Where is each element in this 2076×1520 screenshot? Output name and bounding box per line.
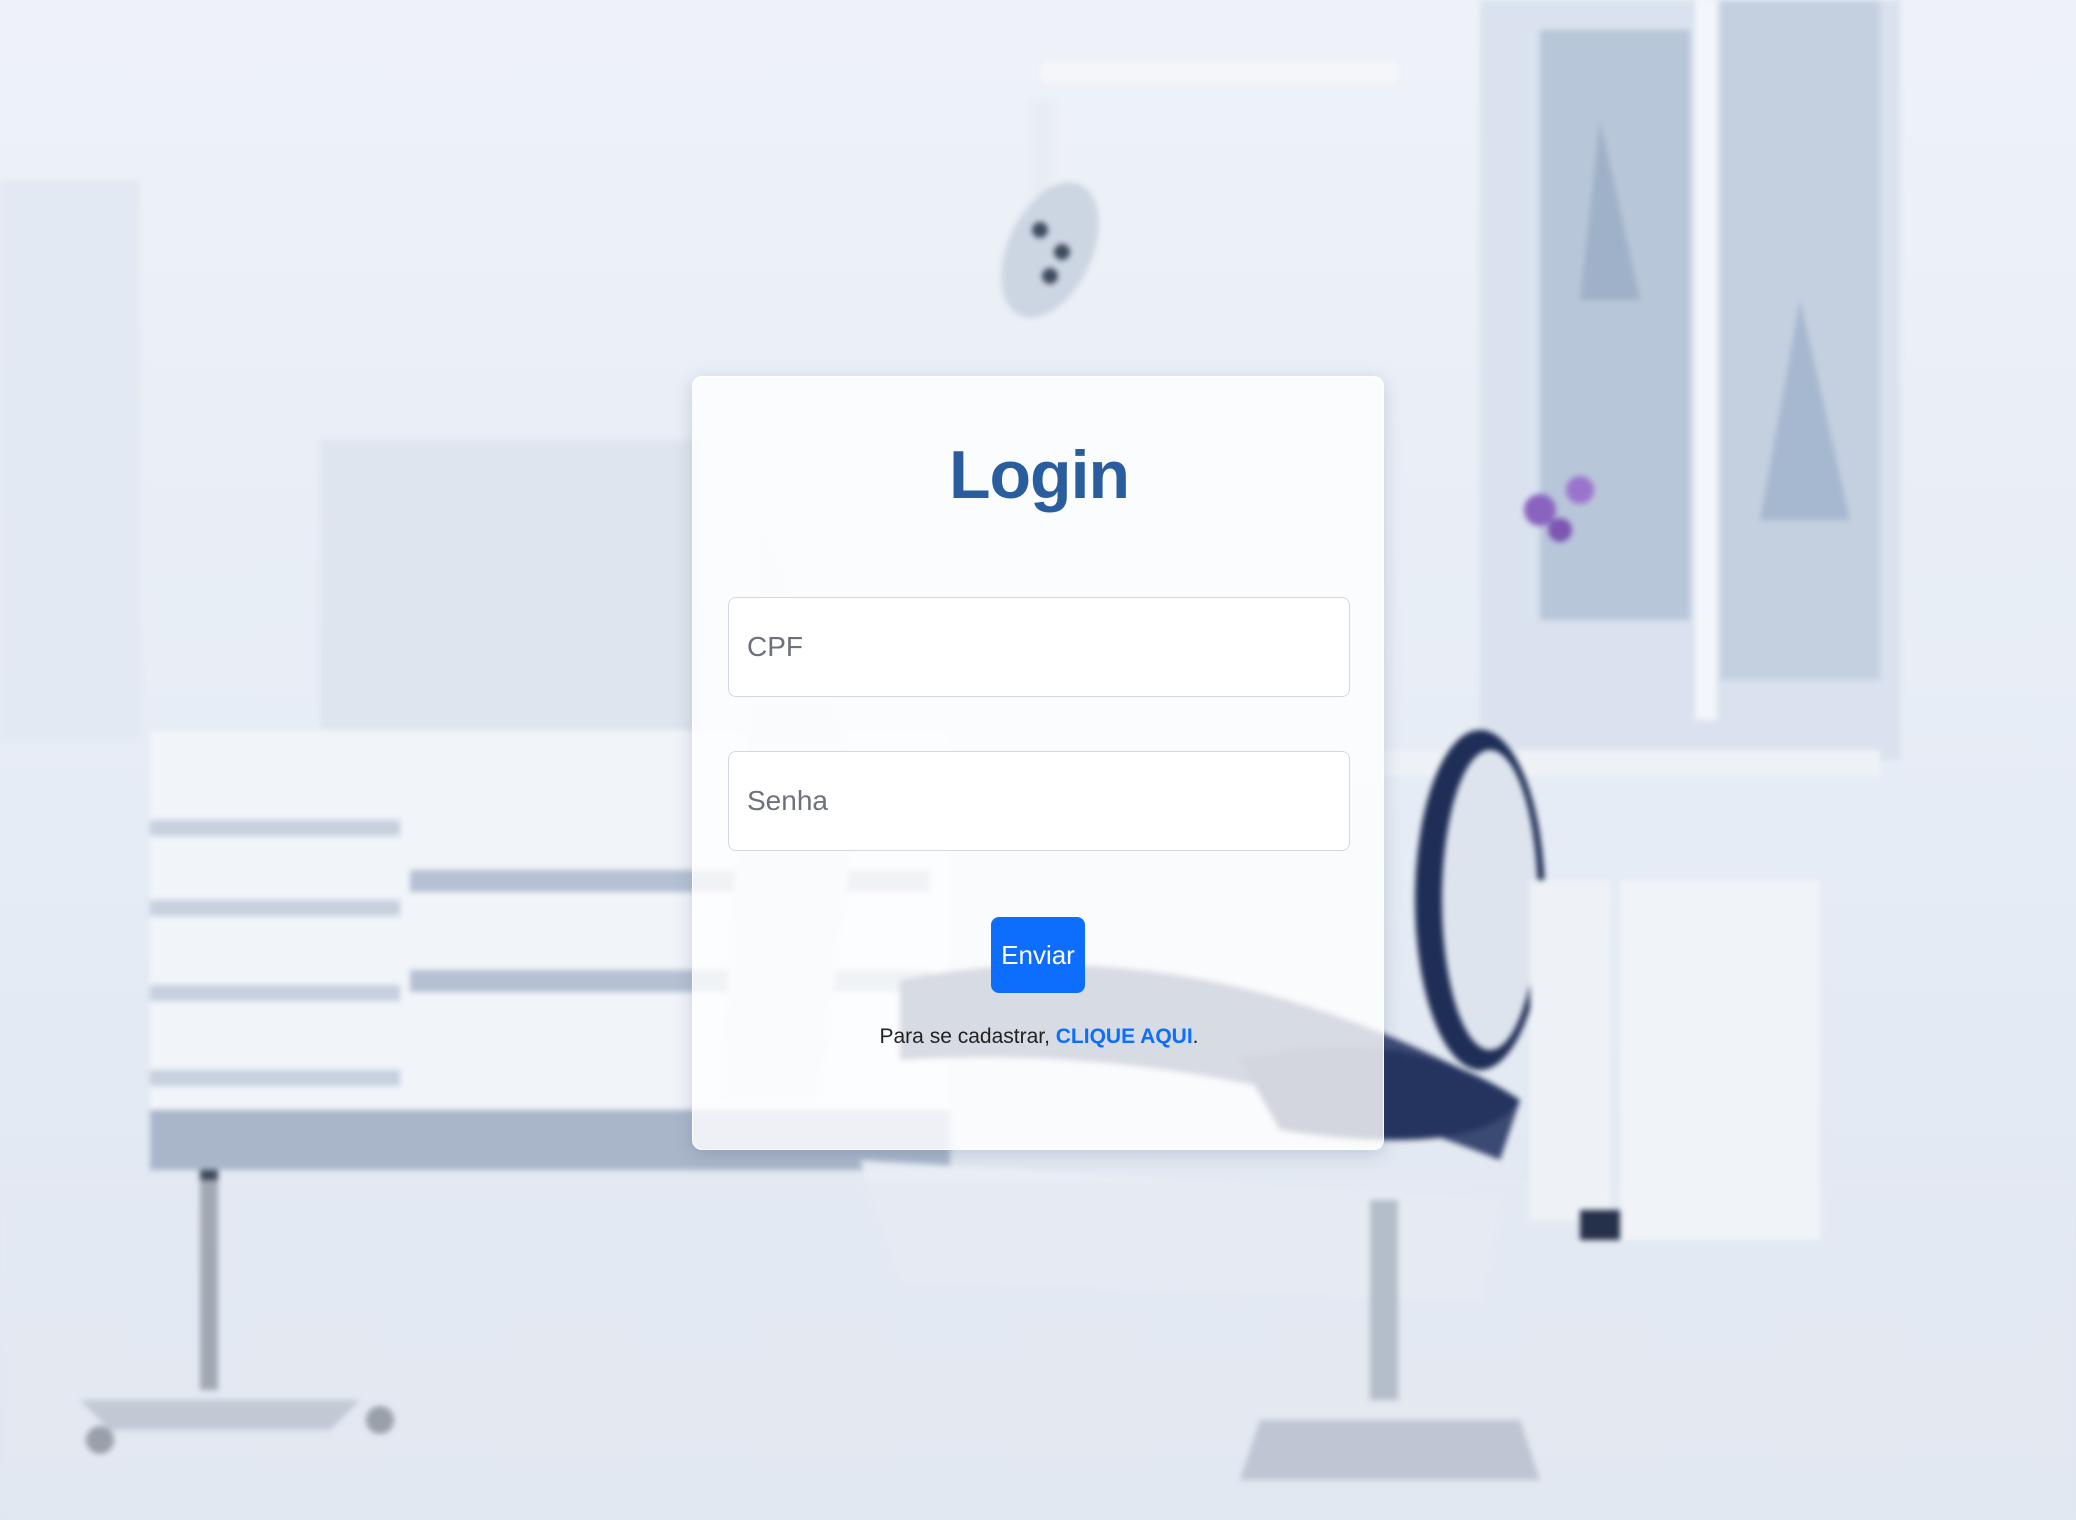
login-title: Login (948, 437, 1130, 513)
register-suffix: . (1192, 1025, 1199, 1048)
login-card: Login Enviar Para se cadastrar, CLIQUE A… (692, 376, 1384, 1150)
enviar-button[interactable]: Enviar (991, 917, 1085, 993)
register-link[interactable]: CLIQUE AQUI (1056, 1025, 1193, 1048)
register-text: Para se cadastrar, CLIQUE AQUI. (693, 1025, 1385, 1049)
page: Login Enviar Para se cadastrar, CLIQUE A… (0, 0, 2076, 1520)
cpf-input[interactable] (728, 597, 1350, 697)
register-prefix: Para se cadastrar, (879, 1025, 1056, 1048)
senha-input[interactable] (728, 751, 1350, 851)
